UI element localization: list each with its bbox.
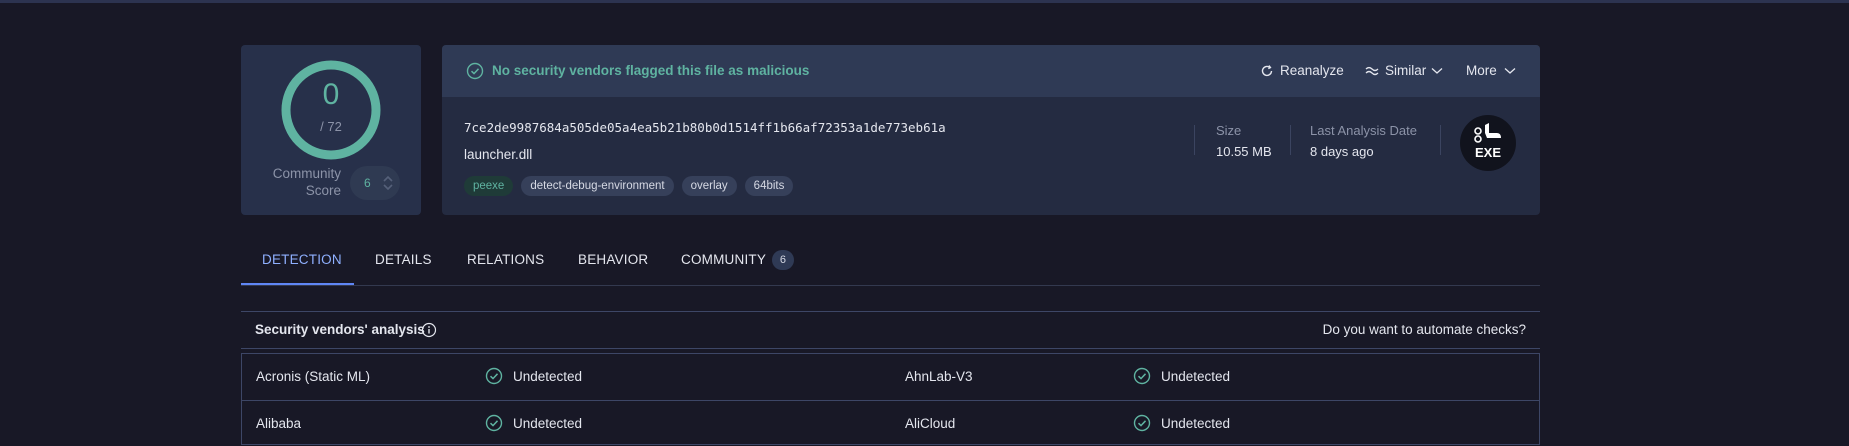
table-row: Acronis (Static ML) Undetected AhnLab-V3… (242, 354, 1539, 399)
top-border (0, 0, 1849, 3)
more-label: More (1466, 63, 1497, 78)
reanalyze-button[interactable]: Reanalyze (1260, 63, 1344, 78)
tag-overlay[interactable]: overlay (681, 176, 737, 196)
tag-64bits[interactable]: 64bits (744, 176, 794, 196)
chevron-down-icon (1431, 67, 1443, 74)
file-name: launcher.dll (464, 147, 533, 162)
vendor-result: Undetected (513, 416, 583, 431)
check-circle-icon (485, 414, 503, 432)
tab-community[interactable]: COMMUNITY 6 (681, 244, 795, 284)
file-type-badge: EXE (1460, 115, 1516, 171)
community-score-value: 6 (364, 176, 371, 190)
vendor-result: Undetected (513, 369, 583, 384)
last-analysis-label: Last Analysis Date (1310, 123, 1417, 138)
detection-score-card: 0 / 72 Community Score 6 (241, 45, 421, 215)
divider (1194, 125, 1195, 155)
check-circle-icon (1133, 414, 1151, 432)
size-label: Size (1216, 123, 1242, 138)
vote-arrows-icon[interactable] (382, 174, 394, 192)
info-icon[interactable] (421, 322, 437, 338)
tab-detection[interactable]: DETECTION (262, 244, 342, 284)
vendor-results-table: Acronis (Static ML) Undetected AhnLab-V3… (241, 353, 1540, 445)
file-tags: peexe detect-debug-environment overlay 6… (464, 176, 794, 196)
automate-checks-link[interactable]: Do you want to automate checks? (1323, 322, 1526, 337)
chevron-down-icon (1504, 67, 1516, 74)
tab-relations[interactable]: RELATIONS (467, 244, 544, 284)
check-circle-icon (1133, 367, 1151, 385)
vendor-name: AliCloud (905, 416, 956, 431)
community-count-badge: 6 (772, 250, 795, 270)
last-analysis-value: 8 days ago (1310, 144, 1374, 159)
similar-label: Similar (1385, 63, 1427, 78)
vendor-name: Acronis (Static ML) (256, 369, 371, 384)
detection-count: 0 (322, 78, 340, 111)
analysis-title: Security vendors' analysis (255, 322, 425, 337)
status-message: No security vendors flagged this file as… (492, 63, 810, 78)
refresh-icon (1261, 64, 1273, 76)
reanalyze-label: Reanalyze (1280, 63, 1344, 78)
detection-total: / 72 (320, 119, 342, 134)
more-button[interactable]: More (1466, 63, 1516, 78)
vendor-result: Undetected (1161, 416, 1231, 431)
file-hash[interactable]: 7ce2de9987684a505de05a4ea5b21b80b0d1514f… (464, 120, 946, 135)
check-circle-icon (485, 367, 503, 385)
tab-divider (241, 285, 1540, 286)
community-score-label: Community Score (272, 166, 341, 198)
file-info-card: No security vendors flagged this file as… (442, 45, 1540, 215)
tab-behavior[interactable]: BEHAVIOR (578, 244, 648, 284)
status-bar: No security vendors flagged this file as… (442, 45, 1540, 97)
tag-peexe[interactable]: peexe (464, 176, 514, 196)
vendor-name: Alibaba (256, 416, 302, 431)
size-value: 10.55 MB (1216, 144, 1272, 159)
tag-detect-debug-environment[interactable]: detect-debug-environment (521, 176, 674, 196)
file-type-label: EXE (1474, 145, 1501, 160)
similar-icon (1365, 66, 1379, 75)
community-score-stepper[interactable]: 6 (350, 166, 400, 200)
similar-button[interactable]: Similar (1365, 63, 1443, 78)
analysis-header: Security vendors' analysis Do you want t… (241, 311, 1540, 349)
divider (1290, 125, 1291, 155)
vendor-name: AhnLab-V3 (905, 369, 973, 384)
divider (1440, 125, 1441, 155)
tab-community-label: COMMUNITY (681, 252, 767, 267)
check-circle-icon (466, 62, 484, 80)
tab-bar: DETECTION DETAILS RELATIONS BEHAVIOR COM… (241, 244, 1540, 286)
tab-details[interactable]: DETAILS (375, 244, 432, 284)
exe-file-icon (1474, 123, 1501, 143)
vendor-result: Undetected (1161, 369, 1231, 384)
table-row: Alibaba Undetected AliCloud Undetected (242, 400, 1539, 446)
